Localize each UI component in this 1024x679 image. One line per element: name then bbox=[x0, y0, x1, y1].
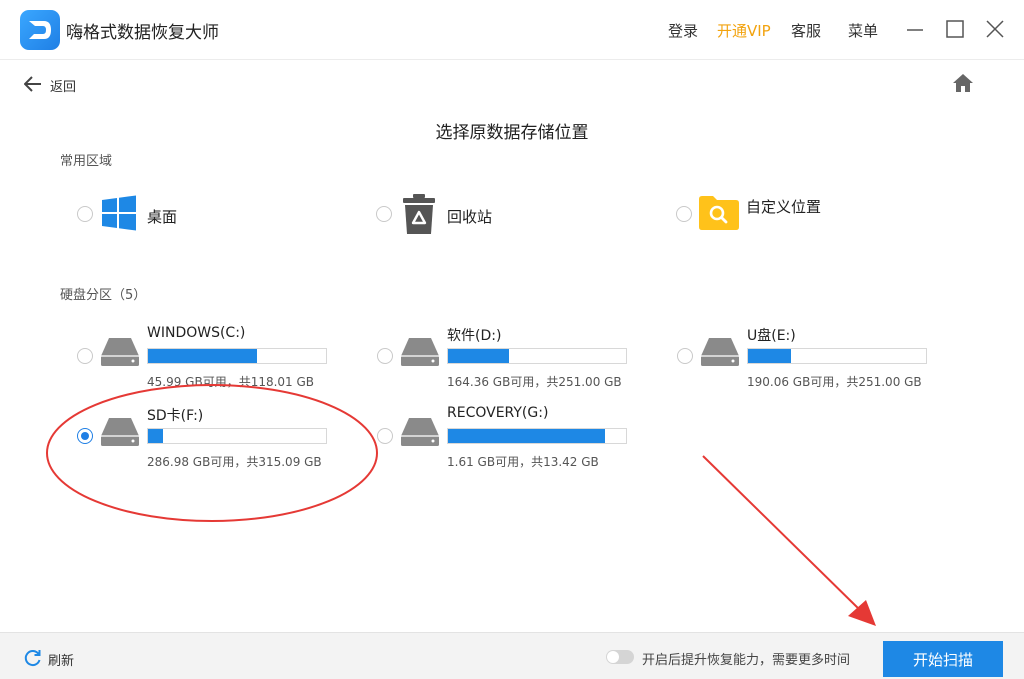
hard-drive-icon bbox=[99, 416, 141, 452]
app-logo-icon bbox=[20, 10, 60, 50]
arrow-left-icon bbox=[24, 76, 41, 92]
drive-name[interactable]: RECOVERY(G:) bbox=[447, 405, 548, 421]
radio-desktop[interactable] bbox=[77, 206, 93, 222]
enhanced-recovery-label: 开启后提升恢复能力，需要更多时间 bbox=[642, 653, 851, 668]
drive-usage-fill bbox=[148, 349, 257, 363]
drive-usage-fill bbox=[448, 429, 605, 443]
app-title: 嗨格式数据恢复大师 bbox=[66, 23, 219, 43]
drive-usage-fill bbox=[448, 349, 509, 363]
common-section-label: 常用区域 bbox=[60, 154, 113, 169]
annotation-arrow-line bbox=[702, 455, 863, 613]
drive-capacity-info: 164.36 GB可用，共251.00 GB bbox=[447, 375, 622, 389]
drive-usage-bar bbox=[747, 348, 927, 364]
drive-usage-bar bbox=[147, 348, 327, 364]
page-title: 选择原数据存储位置 bbox=[435, 123, 589, 143]
drive-name[interactable]: SD卡(F:) bbox=[147, 405, 203, 425]
customer-service-link[interactable]: 客服 bbox=[791, 20, 821, 41]
radio-custom-location[interactable] bbox=[676, 206, 692, 222]
start-scan-button[interactable]: 开始扫描 bbox=[883, 641, 1003, 677]
hard-drive-icon bbox=[399, 416, 441, 452]
drive-radio[interactable] bbox=[377, 428, 393, 444]
drives-section-label: 硬盘分区（5） bbox=[60, 288, 147, 303]
folder-search-icon bbox=[698, 193, 740, 235]
drive-capacity-info: 286.98 GB可用，共315.09 GB bbox=[147, 455, 322, 469]
close-button[interactable] bbox=[984, 18, 1006, 40]
drive-usage-fill bbox=[148, 429, 163, 443]
footer-bar: 刷新 开启后提升恢复能力，需要更多时间 开始扫描 bbox=[0, 632, 1024, 679]
hard-drive-icon bbox=[399, 336, 441, 372]
enhanced-recovery-toggle[interactable] bbox=[606, 650, 634, 664]
drive-name[interactable]: WINDOWS(C:) bbox=[147, 325, 245, 341]
login-link[interactable]: 登录 bbox=[668, 20, 698, 41]
drive-name[interactable]: U盘(E:) bbox=[747, 325, 796, 345]
drive-usage-fill bbox=[748, 349, 791, 363]
drive-radio[interactable] bbox=[77, 348, 93, 364]
radio-recycle-bin[interactable] bbox=[376, 206, 392, 222]
home-icon[interactable] bbox=[951, 72, 975, 94]
annotation-arrow-head bbox=[848, 600, 876, 626]
title-bar: 嗨格式数据恢复大师 登录 开通VIP 客服 菜单 bbox=[0, 0, 1024, 60]
drive-capacity-info: 190.06 GB可用，共251.00 GB bbox=[747, 375, 922, 389]
drive-capacity-info: 45.99 GB可用，共118.01 GB bbox=[147, 375, 315, 389]
drive-usage-bar bbox=[447, 428, 627, 444]
drive-radio[interactable] bbox=[77, 428, 93, 444]
custom-location-label[interactable]: 自定义位置 bbox=[746, 196, 821, 217]
menu-link[interactable]: 菜单 bbox=[848, 20, 878, 41]
maximize-button[interactable] bbox=[944, 18, 966, 40]
desktop-label[interactable]: 桌面 bbox=[147, 206, 177, 227]
hard-drive-icon bbox=[699, 336, 741, 372]
drive-name[interactable]: 软件(D:) bbox=[447, 325, 501, 345]
windows-icon bbox=[101, 195, 137, 235]
minimize-button[interactable] bbox=[904, 18, 926, 40]
back-label: 返回 bbox=[50, 80, 77, 95]
recycle-bin-label[interactable]: 回收站 bbox=[447, 206, 492, 227]
drive-radio[interactable] bbox=[677, 348, 693, 364]
drive-usage-bar bbox=[447, 348, 627, 364]
refresh-label: 刷新 bbox=[48, 654, 75, 669]
hard-drive-icon bbox=[99, 336, 141, 372]
recycle-bin-icon bbox=[402, 193, 436, 239]
drive-radio[interactable] bbox=[377, 348, 393, 364]
drive-usage-bar bbox=[147, 428, 327, 444]
vip-link[interactable]: 开通VIP bbox=[717, 20, 771, 41]
drive-capacity-info: 1.61 GB可用，共13.42 GB bbox=[447, 455, 599, 469]
refresh-icon bbox=[24, 650, 41, 667]
